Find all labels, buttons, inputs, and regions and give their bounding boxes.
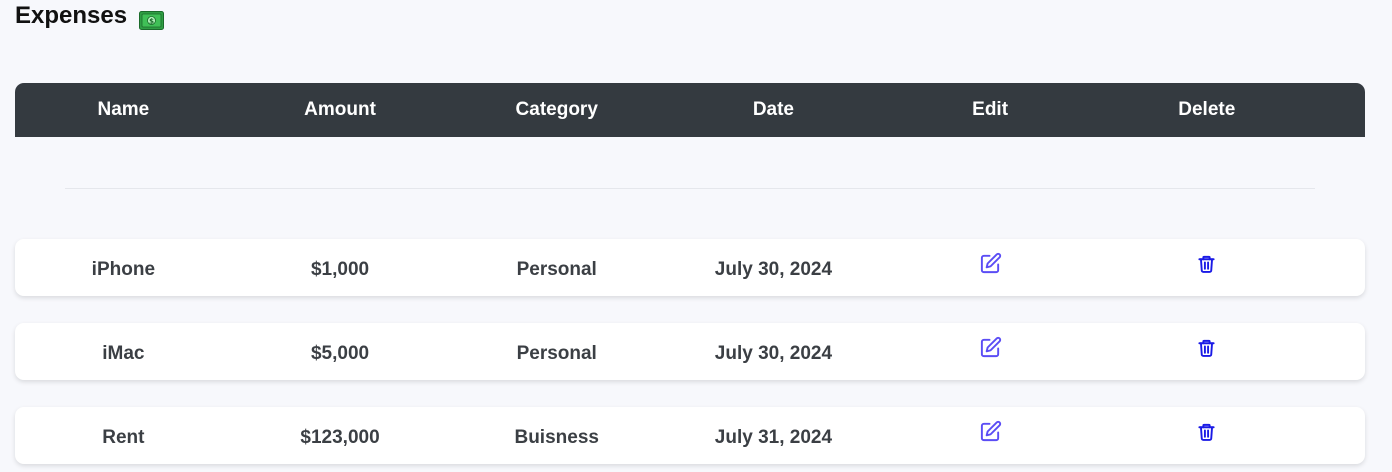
header-amount[interactable]: Amount [232,99,449,121]
delete-cell [1098,338,1315,358]
edit-button[interactable] [979,336,1002,359]
edit-icon [980,420,1001,442]
header-edit: Edit [972,99,1009,120]
table-divider [65,188,1315,189]
edit-cell [882,336,1099,359]
trash-icon [1198,339,1215,357]
expense-category: Buisness [514,426,599,448]
expense-amount: $1,000 [310,258,370,280]
expense-date: July 31, 2024 [714,426,833,448]
header-delete: Delete [1178,99,1236,120]
page-title-text: Expenses [15,2,128,29]
delete-button[interactable] [1197,422,1216,442]
edit-button[interactable] [979,252,1002,275]
edit-cell [882,252,1099,275]
expense-name: iPhone [91,258,156,280]
expense-amount: $123,000 [300,426,380,448]
trash-icon [1198,423,1215,441]
expense-date: July 30, 2024 [714,258,833,280]
expense-name: iMac [102,342,145,364]
edit-icon [980,336,1001,358]
svg-text:$: $ [149,17,154,25]
header-category[interactable]: Category [448,99,665,121]
table-row: iMac $5,000 Personal July 30, 2024 [15,323,1365,380]
expense-name: Rent [102,426,145,448]
expense-amount: $5,000 [310,342,370,364]
table-row: iPhone $1,000 Personal July 30, 2024 [15,239,1365,296]
edit-cell [882,420,1099,443]
delete-cell [1098,422,1315,442]
header-name[interactable]: Name [15,99,232,121]
trash-icon [1198,255,1215,273]
expense-category: Personal [516,342,597,364]
edit-button[interactable] [979,420,1002,443]
table-header: Name Amount Category Date Edit Delete [15,83,1365,137]
delete-cell [1098,254,1315,274]
delete-button[interactable] [1197,338,1216,358]
header-date[interactable]: Date [665,99,882,121]
page-title: Expenses $ [15,2,165,30]
money-icon: $ [139,9,165,30]
edit-icon [980,252,1001,274]
table-row: Rent $123,000 Buisness July 31, 2024 [15,407,1365,464]
expense-category: Personal [516,258,597,280]
delete-button[interactable] [1197,254,1216,274]
expense-date: July 30, 2024 [714,342,833,364]
